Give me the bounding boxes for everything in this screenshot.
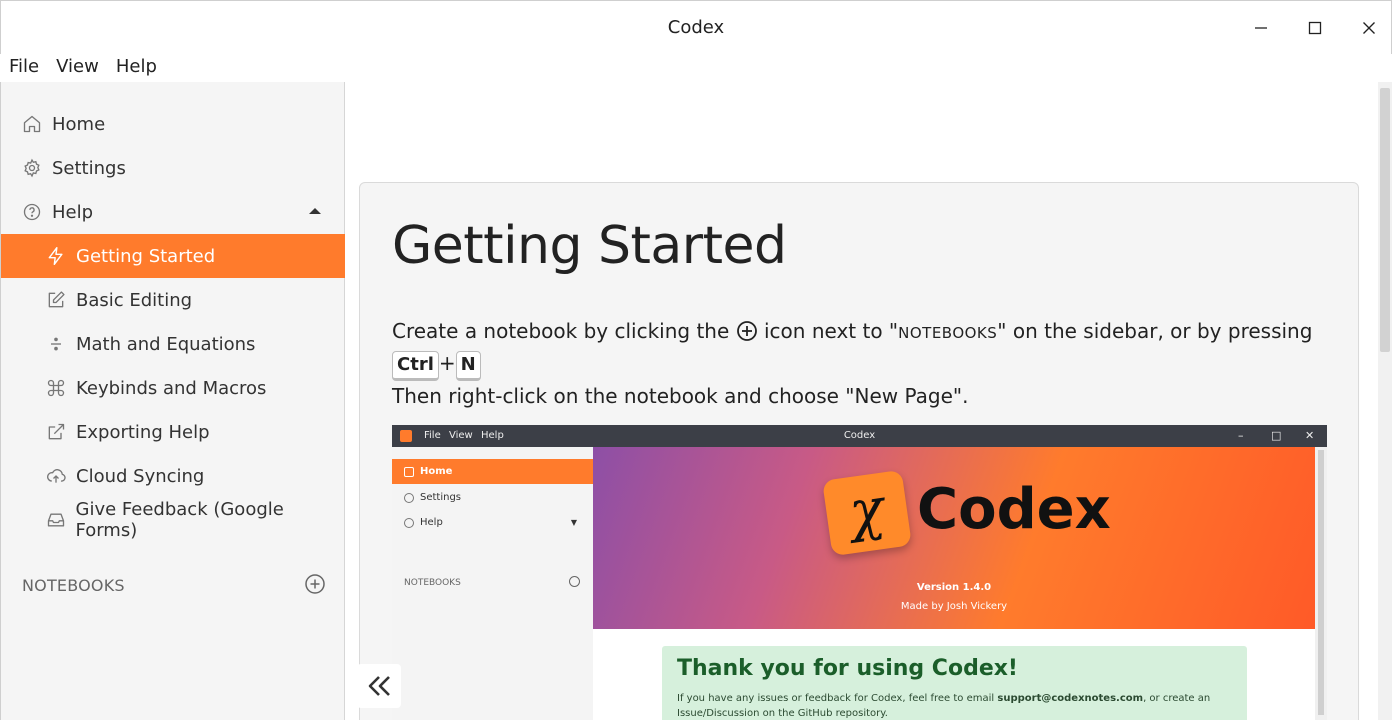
- command-icon: [45, 377, 67, 399]
- help-circle-icon: [21, 201, 43, 223]
- page-title: Getting Started: [392, 216, 787, 276]
- external-link-icon: [45, 421, 67, 443]
- add-notebook-icon[interactable]: [304, 573, 326, 595]
- screenshot-version: Version 1.4.0: [916, 582, 992, 593]
- screenshot-sidebar-settings: Settings: [392, 485, 593, 510]
- screenshot-sidebar-label: Settings: [420, 492, 462, 503]
- kbd-plus: +: [438, 351, 456, 375]
- sidebar-item-exporting[interactable]: Exporting Help: [1, 410, 345, 454]
- sidebar-item-home[interactable]: Home: [1, 102, 345, 146]
- instruction-text: " on the sidebar, or by pressing: [997, 319, 1313, 343]
- sidebar-item-keybinds[interactable]: Keybinds and Macros: [1, 366, 345, 410]
- menu-file[interactable]: File: [0, 54, 47, 82]
- notebooks-header: NOTEBOOKS: [22, 576, 125, 595]
- screenshot-made-by: Made by Josh Vickery: [900, 601, 1008, 612]
- sidebar-item-label: Cloud Syncing: [76, 465, 205, 487]
- maximize-icon: [1308, 21, 1322, 35]
- thanks-text: If you have any issues or feedback for C…: [677, 693, 998, 704]
- app-screenshot-image: File View Help Codex – □ ✕ Home Settings…: [392, 425, 1327, 720]
- main-scrollbar[interactable]: [1378, 82, 1392, 720]
- kbd-ctrl: Ctrl: [392, 351, 439, 381]
- screenshot-minimize-icon: –: [1238, 429, 1244, 442]
- screenshot-scrollbar: [1315, 447, 1327, 720]
- menu-view[interactable]: View: [47, 54, 107, 82]
- sidebar-item-label: Math and Equations: [76, 333, 256, 355]
- chevron-up-icon[interactable]: [309, 208, 321, 214]
- divide-icon: [45, 333, 67, 355]
- sidebar-item-label: Give Feedback (Google Forms): [75, 499, 284, 541]
- chevron-down-icon: ▼: [570, 518, 577, 527]
- codex-logo-icon: χ: [822, 469, 912, 557]
- close-icon: [1363, 22, 1375, 34]
- screenshot-maximize-icon: □: [1271, 429, 1282, 442]
- sidebar-item-label: Exporting Help: [76, 421, 210, 443]
- notebooks-reference: NOTEBOOKS: [898, 324, 998, 342]
- sidebar-item-label: Home: [52, 113, 106, 135]
- screenshot-titlebar: File View Help Codex – □ ✕: [392, 425, 1327, 447]
- edit-icon: [45, 289, 67, 311]
- sidebar-item-label: Basic Editing: [76, 289, 193, 311]
- gear-icon: [21, 157, 43, 179]
- title-bar: Codex: [0, 0, 1392, 54]
- screenshot-sidebar-help: Help ▼: [392, 510, 593, 535]
- instructions-paragraph: Create a notebook by clicking the icon n…: [392, 316, 1332, 411]
- sidebar-item-basic-editing[interactable]: Basic Editing: [1, 278, 345, 322]
- screenshot-sidebar-label: Home: [420, 466, 453, 477]
- sidebar-item-label: Getting Started: [76, 245, 216, 267]
- collapse-sidebar-button[interactable]: [357, 664, 401, 708]
- instruction-text: Create a notebook by clicking the: [392, 319, 730, 343]
- lightning-icon: [45, 245, 67, 267]
- sidebar-item-math[interactable]: Math and Equations: [1, 322, 345, 366]
- sidebar-item-feedback[interactable]: Give Feedback (Google Forms): [1, 498, 345, 542]
- screenshot-thanks-box: Thank you for using Codex! If you have a…: [662, 646, 1247, 720]
- close-button[interactable]: [1354, 13, 1384, 43]
- screenshot-brand: Codex: [917, 477, 1111, 542]
- minimize-button[interactable]: [1246, 13, 1276, 43]
- kbd-n: N: [455, 351, 481, 381]
- screenshot-sidebar-label: Help: [420, 517, 443, 528]
- maximize-button[interactable]: [1300, 13, 1330, 43]
- screenshot-scroll-thumb: [1318, 450, 1324, 715]
- add-notebook-icon: [569, 576, 580, 587]
- screenshot-sidebar-home: Home: [392, 459, 593, 484]
- sidebar: Home Settings Help Getting Started Basic…: [0, 82, 345, 720]
- scrollbar-thumb[interactable]: [1380, 88, 1390, 352]
- screenshot-thanks-title: Thank you for using Codex!: [677, 656, 1018, 681]
- menu-bar: File View Help: [0, 54, 165, 82]
- menu-help[interactable]: Help: [107, 54, 165, 82]
- gear-icon: [404, 492, 414, 503]
- screenshot-close-icon: ✕: [1305, 429, 1315, 442]
- home-icon: [404, 466, 414, 477]
- sidebar-item-label: Settings: [52, 157, 126, 179]
- support-email: support@codexnotes.com: [997, 693, 1144, 704]
- instruction-text: icon next to ": [764, 319, 899, 343]
- instruction-text-line2: Then right-click on the notebook and cho…: [392, 384, 969, 408]
- screenshot-sidebar: Home Settings Help ▼ NOTEBOOKS: [392, 447, 593, 720]
- double-chevron-left-icon: [368, 676, 390, 696]
- window-title: Codex: [667, 17, 725, 38]
- screenshot-notebooks-label: NOTEBOOKS: [404, 578, 461, 588]
- sidebar-item-settings[interactable]: Settings: [1, 146, 345, 190]
- plus-circle-icon: [736, 321, 757, 341]
- screenshot-title: Codex: [843, 430, 876, 441]
- screenshot-thanks-text: If you have any issues or feedback for C…: [677, 691, 1237, 720]
- cloud-upload-icon: [45, 465, 67, 487]
- sidebar-item-label: Keybinds and Macros: [76, 377, 267, 399]
- sidebar-item-label: Help: [52, 201, 94, 223]
- sidebar-item-help[interactable]: Help: [1, 190, 345, 234]
- sidebar-item-cloud-syncing[interactable]: Cloud Syncing: [1, 454, 345, 498]
- minimize-icon: [1255, 27, 1267, 29]
- inbox-icon: [45, 509, 67, 531]
- home-icon: [21, 113, 43, 135]
- help-circle-icon: [404, 517, 414, 528]
- sidebar-item-getting-started[interactable]: Getting Started: [1, 234, 345, 278]
- screenshot-banner: χ Codex Version 1.4.0 Made by Josh Vicke…: [593, 447, 1315, 629]
